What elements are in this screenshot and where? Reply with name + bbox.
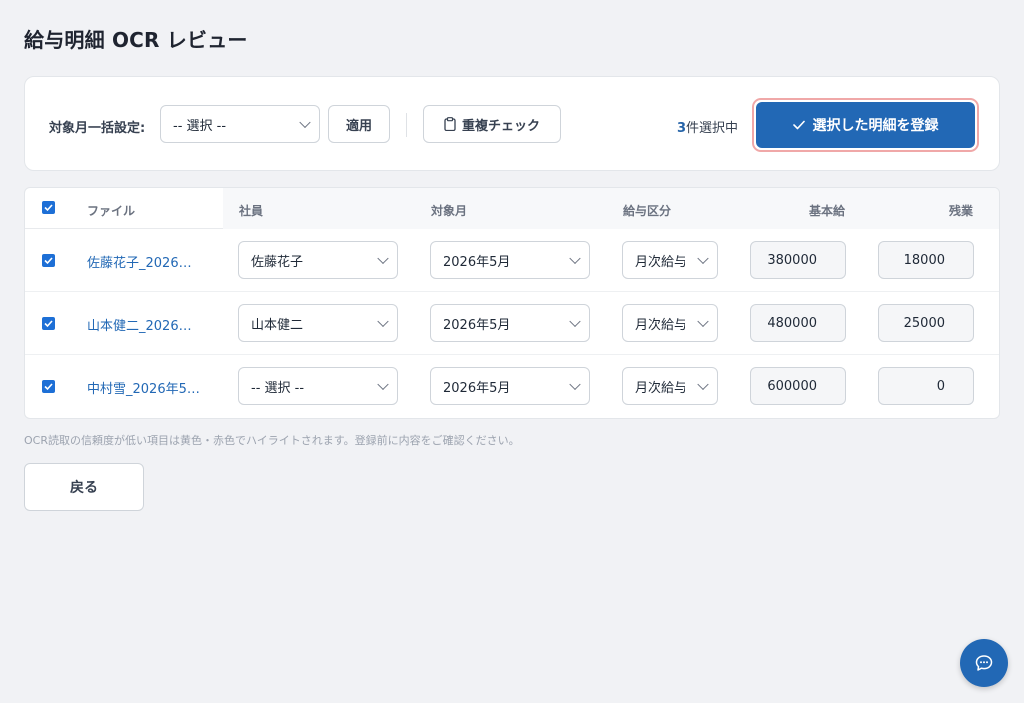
overtime-input[interactable]: 25000 — [878, 304, 974, 342]
overtime-input[interactable]: 18000 — [878, 241, 974, 279]
bulk-month-label: 対象月一括設定: — [49, 121, 146, 136]
chevron-down-icon — [697, 315, 709, 328]
register-selected-button[interactable]: 選択した明細を登録 — [756, 102, 975, 148]
selected-suffix: 件選択中 — [686, 121, 739, 136]
employee-select[interactable]: 山本健二 — [238, 304, 398, 342]
select-all-checkbox[interactable] — [42, 201, 55, 214]
selected-count: 3 — [677, 121, 687, 136]
row-checkbox[interactable] — [42, 317, 55, 330]
selected-count-text: 3件選択中 — [677, 117, 738, 136]
header-base-pay: 基本給 — [809, 204, 846, 218]
toolbar-divider — [406, 113, 407, 137]
pay-type-select[interactable]: 月次給与 — [622, 367, 718, 405]
chevron-down-icon — [697, 252, 709, 265]
employee-value: -- 選択 -- — [251, 380, 305, 396]
header-pay-type: 給与区分 — [623, 204, 672, 218]
employee-value: 佐藤花子 — [251, 254, 304, 270]
header-shade — [223, 188, 999, 229]
back-button[interactable]: 戻る — [24, 463, 144, 511]
register-selected-label: 選択した明細を登録 — [812, 118, 939, 134]
overtime-input[interactable]: 0 — [878, 367, 974, 405]
chevron-down-icon — [569, 315, 581, 328]
table-header: ファイル 社員 対象月 給与区分 基本給 残業 — [25, 188, 999, 229]
file-link[interactable]: 山本健二_2026… — [87, 315, 205, 334]
chevron-down-icon — [569, 252, 581, 265]
chevron-down-icon — [377, 252, 389, 265]
header-employee: 社員 — [239, 204, 264, 218]
chevron-down-icon — [377, 315, 389, 328]
header-month: 対象月 — [431, 204, 468, 218]
apply-button-label: 適用 — [345, 118, 372, 134]
employee-value: 山本健二 — [251, 317, 304, 333]
base-pay-input[interactable]: 600000 — [750, 367, 846, 405]
pay-type-select[interactable]: 月次給与 — [622, 304, 718, 342]
file-link[interactable]: 中村雪_2026年5… — [87, 378, 205, 397]
page-title: 給与明細 OCR レビュー — [24, 28, 248, 52]
employee-select[interactable]: -- 選択 -- — [238, 367, 398, 405]
table-row: 佐藤花子_2026… 佐藤花子 2026年5月 月次給与 380000 1800… — [25, 229, 999, 292]
chevron-down-icon — [299, 116, 311, 129]
register-button-focus-ring: 選択した明細を登録 — [752, 98, 979, 152]
ocr-confidence-note: OCR読取の信頼度が低い項目は黄色・赤色でハイライトされます。登録前に内容をご確… — [24, 434, 520, 447]
bulk-month-select-value: -- 選択 -- — [173, 118, 227, 134]
base-pay-input[interactable]: 480000 — [750, 304, 846, 342]
employee-select[interactable]: 佐藤花子 — [238, 241, 398, 279]
month-value: 2026年5月 — [443, 254, 511, 270]
header-file: ファイル — [87, 204, 136, 218]
table-row: 山本健二_2026… 山本健二 2026年5月 月次給与 480000 2500… — [25, 292, 999, 355]
check-icon — [792, 120, 805, 130]
duplicate-check-label: 重複チェック — [461, 118, 540, 134]
pay-type-value: 月次給与 — [635, 380, 685, 396]
pay-type-value: 月次給与 — [635, 317, 685, 333]
pay-type-select[interactable]: 月次給与 — [622, 241, 718, 279]
chevron-down-icon — [377, 378, 389, 391]
month-select[interactable]: 2026年5月 — [430, 241, 590, 279]
bulk-month-select[interactable]: -- 選択 -- — [160, 105, 320, 143]
chevron-down-icon — [569, 378, 581, 391]
row-checkbox[interactable] — [42, 254, 55, 267]
base-pay-input[interactable]: 380000 — [750, 241, 846, 279]
month-value: 2026年5月 — [443, 317, 511, 333]
month-value: 2026年5月 — [443, 380, 511, 396]
header-overtime: 残業 — [949, 204, 974, 218]
apply-button[interactable]: 適用 — [328, 105, 390, 143]
file-link[interactable]: 佐藤花子_2026… — [87, 252, 205, 271]
month-select[interactable]: 2026年5月 — [430, 304, 590, 342]
pay-type-value: 月次給与 — [635, 254, 685, 270]
chat-button[interactable] — [960, 639, 1008, 687]
chevron-down-icon — [697, 378, 709, 391]
clipboard-icon — [444, 117, 456, 131]
row-checkbox[interactable] — [42, 380, 55, 393]
payslip-table: ファイル 社員 対象月 給与区分 基本給 残業 佐藤花子_2026… 佐藤花子 … — [24, 187, 1000, 419]
month-select[interactable]: 2026年5月 — [430, 367, 590, 405]
toolbar: 対象月一括設定: -- 選択 -- 適用 重複チェック 3件選択中 選択した明細… — [24, 76, 1000, 171]
duplicate-check-button[interactable]: 重複チェック — [423, 105, 561, 143]
chat-bubble-icon — [975, 655, 993, 671]
back-button-label: 戻る — [70, 480, 98, 496]
table-row: 中村雪_2026年5… -- 選択 -- 2026年5月 月次給与 600000… — [25, 355, 999, 418]
